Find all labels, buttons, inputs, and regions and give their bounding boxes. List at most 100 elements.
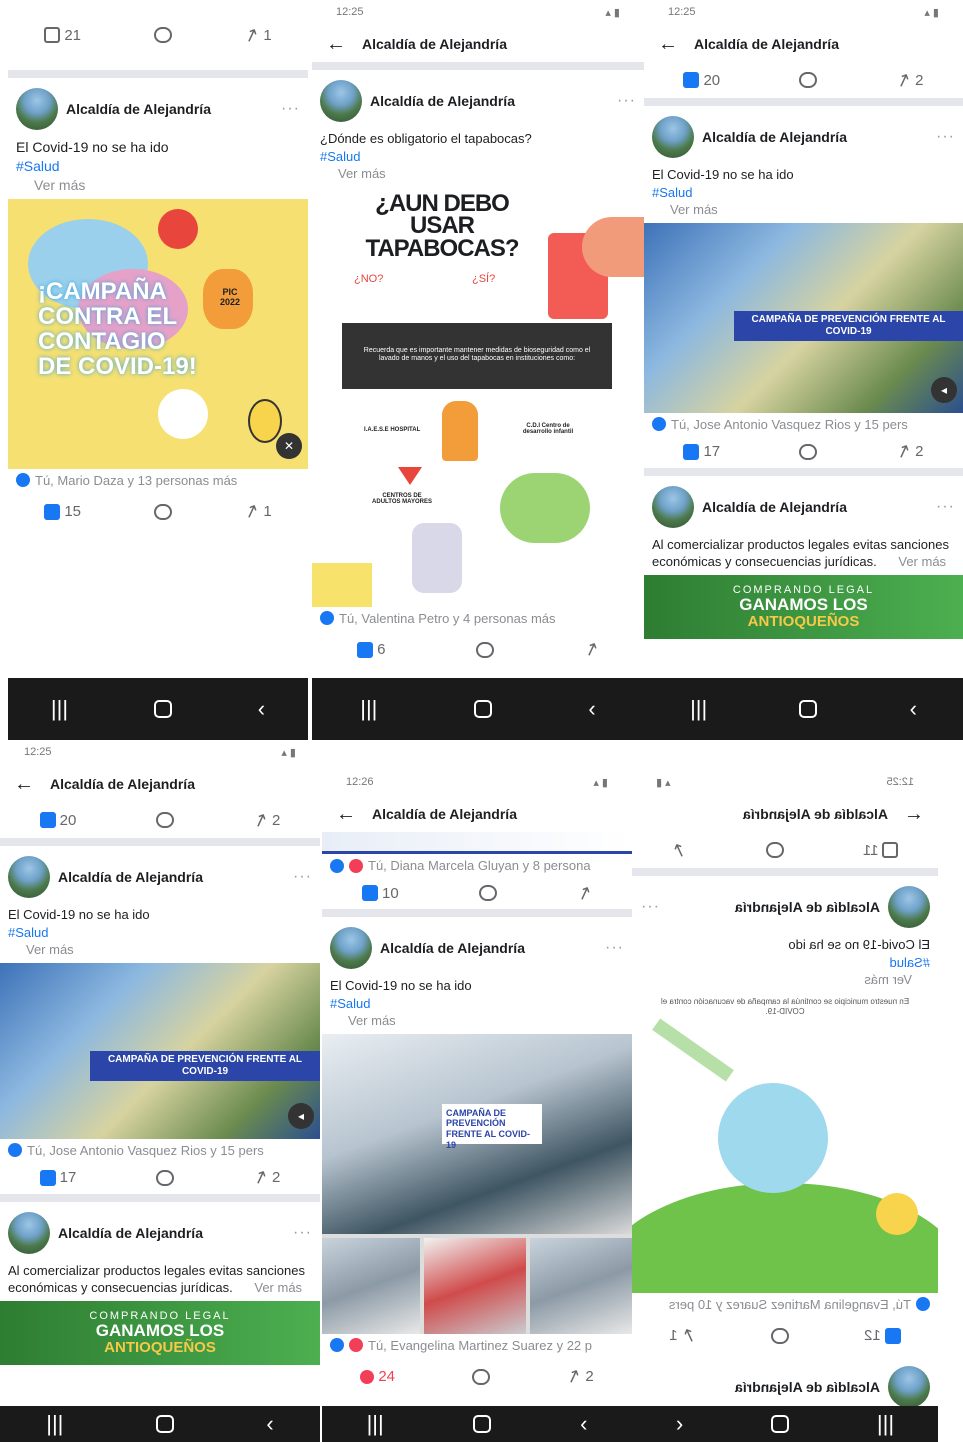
post-image-tapabocas[interactable]: ¿AUN DEBO USAR TAPABOCAS? ¿NO? ¿SÍ? Recu… (312, 186, 644, 607)
reactions-summary[interactable]: Tú, Diana Marcela Gluyan y 8 persona (322, 854, 632, 877)
more-options-icon[interactable]: ··· (293, 1224, 312, 1242)
page-name[interactable]: Alcaldía de Alejandría (735, 1379, 880, 1395)
photo-thumb-3[interactable] (530, 1237, 632, 1334)
back-arrow-icon[interactable]: ← (904, 803, 924, 826)
page-avatar[interactable] (888, 1365, 930, 1408)
home-icon[interactable] (472, 1415, 491, 1433)
recent-apps-icon[interactable]: ||| (51, 696, 68, 722)
home-icon[interactable] (799, 700, 818, 718)
home-icon[interactable] (153, 700, 172, 718)
more-options-icon[interactable]: ··· (936, 128, 955, 146)
page-name[interactable]: Alcaldía de Alejandría (380, 940, 525, 956)
post-photo-grid[interactable]: CAMPAÑA DE PREVENCIÓN FRENTE AL COVID-19 (322, 1033, 632, 1334)
page-name[interactable]: Alcaldía de Alejandría (735, 899, 880, 915)
page-name[interactable]: Alcaldía de Alejandría (702, 499, 847, 515)
like-button[interactable]: 20 (39, 812, 76, 829)
comment-button[interactable] (765, 842, 784, 858)
back-arrow-icon[interactable]: ← (336, 803, 356, 826)
more-options-icon[interactable]: ··· (293, 868, 312, 886)
recent-apps-icon[interactable]: ||| (367, 1411, 384, 1437)
recent-apps-icon[interactable]: ||| (690, 696, 707, 722)
hashtag-link[interactable]: #Salud (8, 924, 312, 942)
comment-button[interactable] (153, 503, 172, 520)
back-icon[interactable]: ‹ (910, 696, 917, 722)
like-button[interactable]: 20 (683, 72, 720, 89)
back-icon[interactable]: ‹ (580, 1411, 587, 1437)
comment-button[interactable] (471, 1368, 490, 1385)
back-icon[interactable]: ‹ (588, 696, 595, 722)
reactions-summary[interactable]: Tú, Mario Daza y 13 personas más (8, 469, 308, 492)
reactions-summary[interactable]: Tú, Jose Antonio Vasquez Rios y 15 pers (0, 1139, 320, 1162)
recent-apps-icon[interactable]: ||| (360, 696, 377, 722)
page-name[interactable]: Alcaldía de Alejandría (58, 869, 203, 885)
comment-button[interactable] (155, 1169, 174, 1186)
share-button[interactable]: ↗ 2 (563, 1364, 594, 1388)
post-image-campaign[interactable]: PIC 2022 ¡CAMPAÑA CONTRA EL CONTAGIO DE … (8, 198, 308, 469)
reactions-summary[interactable]: Tú, Valentina Petro y 4 personas más (312, 607, 644, 630)
hashtag-link[interactable]: #Salud (320, 148, 636, 166)
page-avatar[interactable] (8, 856, 50, 898)
legal-banner[interactable]: COMPRANDO LEGAL GANAMOS LOS ANTIOQUEÑOS (0, 1300, 320, 1365)
reactions-summary[interactable]: Tú, Jose Antonio Vasquez Rios y 15 pers (644, 413, 963, 436)
like-button[interactable]: 15 (44, 503, 81, 520)
like-button[interactable]: 6 (357, 641, 385, 658)
mute-icon[interactable]: ◂ (931, 376, 957, 403)
page-name[interactable]: Alcaldía de Alejandría (58, 1225, 203, 1241)
see-more-link[interactable]: Ver más (8, 941, 312, 959)
like-button[interactable]: 10 (362, 885, 399, 902)
home-icon[interactable] (771, 1415, 790, 1433)
more-options-icon[interactable]: ··· (936, 498, 955, 516)
more-options-icon[interactable]: ··· (617, 92, 636, 110)
more-options-icon[interactable]: ··· (605, 939, 624, 957)
back-icon[interactable]: ‹ (266, 1411, 273, 1437)
like-button[interactable]: 17 (39, 1169, 76, 1186)
recent-apps-icon[interactable]: ||| (877, 1411, 894, 1437)
mute-icon[interactable]: ✕ (276, 432, 302, 459)
like-button[interactable]: 11 (863, 842, 899, 859)
page-avatar[interactable] (652, 116, 694, 158)
see-more-link[interactable]: Ver más (16, 176, 300, 195)
like-button[interactable]: 12 (864, 1327, 901, 1344)
see-more-link[interactable]: Ver más (236, 1280, 302, 1295)
page-name[interactable]: Alcaldía de Alejandría (66, 101, 211, 117)
page-avatar[interactable] (320, 80, 362, 122)
share-button[interactable]: ↗ 2 (893, 68, 924, 92)
share-button[interactable]: ↗ 2 (250, 1165, 281, 1189)
back-icon[interactable]: ‹ (676, 1411, 683, 1437)
photo-thumb-1[interactable] (322, 1237, 420, 1334)
share-button[interactable]: ↗ (574, 881, 595, 905)
comment-button[interactable] (478, 885, 497, 901)
share-button[interactable]: ↗ 2 (893, 439, 924, 463)
home-icon[interactable] (473, 700, 492, 718)
page-avatar[interactable] (330, 927, 372, 969)
comment-button[interactable] (153, 27, 172, 43)
see-more-link[interactable]: Ver más (652, 201, 955, 219)
page-avatar[interactable] (888, 886, 930, 928)
recent-apps-icon[interactable]: ||| (46, 1411, 63, 1437)
comment-button[interactable] (799, 443, 818, 460)
back-icon[interactable]: ‹ (258, 696, 265, 722)
page-name[interactable]: Alcaldía de Alejandría (702, 129, 847, 145)
share-button[interactable]: ↗ (669, 838, 690, 862)
post-video[interactable]: CAMPAÑA DE PREVENCIÓN FRENTE AL COVID-19… (644, 222, 963, 413)
comment-button[interactable] (475, 641, 494, 658)
see-more-link[interactable]: Ver más (880, 554, 946, 569)
share-button[interactable]: ↗ 1 (241, 23, 272, 47)
page-avatar[interactable] (8, 1211, 50, 1254)
share-button[interactable]: ↗ 2 (250, 808, 281, 832)
back-arrow-icon[interactable]: ← (658, 33, 678, 56)
reactions-summary[interactable]: Tú, Evangelina Martinez Suarez y 22 p (322, 1334, 632, 1357)
page-avatar[interactable] (16, 88, 58, 130)
share-button[interactable]: ↗ 1 (669, 1323, 700, 1347)
see-more-link[interactable]: Ver más (320, 165, 636, 183)
comment-button[interactable] (155, 812, 174, 828)
page-avatar[interactable] (652, 485, 694, 528)
love-button[interactable]: 24 (360, 1368, 395, 1385)
legal-banner[interactable]: COMPRANDO LEGAL GANAMOS LOS ANTIOQUEÑOS (644, 574, 963, 639)
like-button[interactable]: 17 (683, 443, 720, 460)
home-icon[interactable] (155, 1415, 174, 1433)
reactions-summary[interactable]: Tú, Evangelina Martinez Suarez y 10 pers (632, 1293, 938, 1316)
hashtag-link[interactable]: #Salud (652, 184, 955, 202)
back-arrow-icon[interactable]: ← (14, 773, 34, 796)
more-options-icon[interactable]: ··· (640, 898, 659, 916)
